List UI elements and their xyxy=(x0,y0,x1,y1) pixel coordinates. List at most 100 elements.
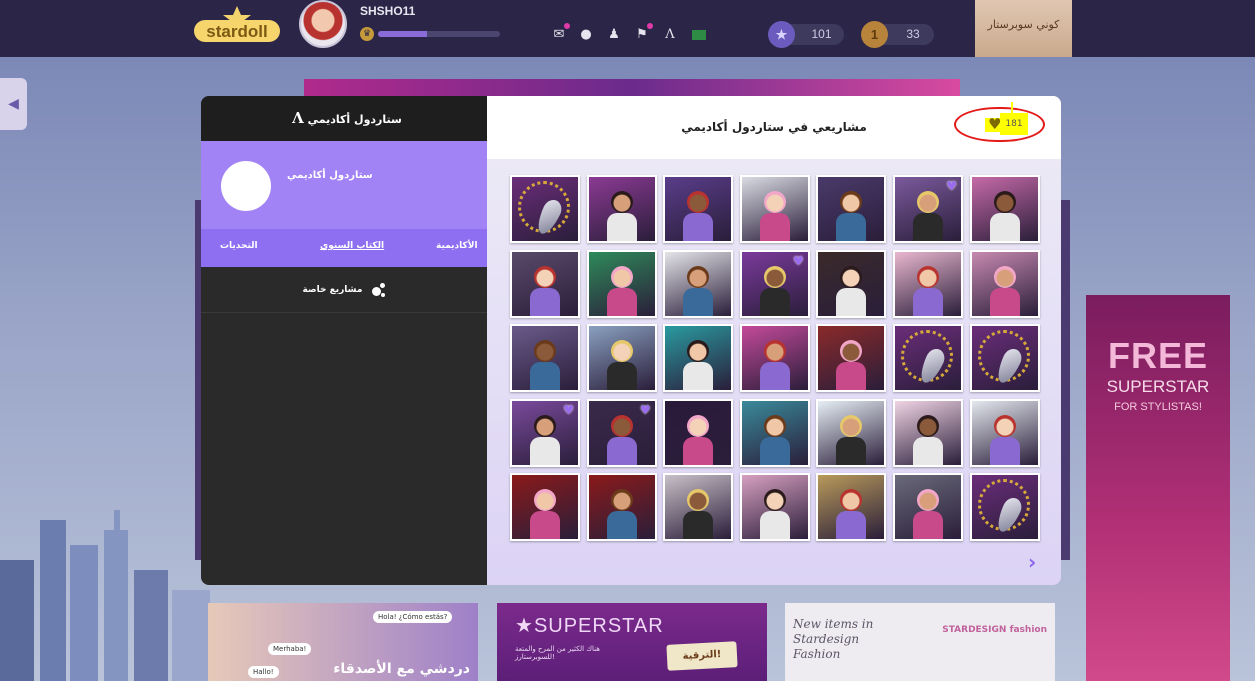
project-thumbnail[interactable] xyxy=(510,175,580,243)
upgrade-button[interactable]: الترقية! xyxy=(666,641,738,671)
sidebar-header: ستاردول أكاديمي Λ xyxy=(201,96,487,141)
stardesign-card-title: New items in Stardesign Fashion xyxy=(793,617,874,661)
academy-modal: ستاردول أكاديمي Λ ستاردول أكاديمي التحدي… xyxy=(201,96,1061,585)
favorite-heart-icon[interactable]: ♥ xyxy=(946,179,957,193)
project-thumbnail[interactable] xyxy=(816,175,887,243)
bubbles-icon xyxy=(371,282,386,297)
starcoins-value: 33 xyxy=(906,27,920,41)
next-page-arrow-icon[interactable]: › xyxy=(1028,550,1036,574)
project-thumbnail[interactable] xyxy=(586,175,657,243)
likes-count: 181 xyxy=(1000,113,1028,135)
project-thumbnail[interactable] xyxy=(969,473,1040,542)
stardesign-logo: STARDESIGN fashion xyxy=(942,625,1047,635)
project-thumbnail[interactable] xyxy=(816,473,887,542)
top-navigation-bar: stardoll SHSHO11 ♛ ✉ ● ♟ ⚑ Λ ★ 101 1 33 … xyxy=(0,0,1255,57)
project-thumbnail[interactable] xyxy=(739,324,810,393)
username[interactable]: SHSHO11 xyxy=(360,4,415,18)
promo-banner[interactable] xyxy=(304,79,960,97)
bell-icon[interactable]: ✉ xyxy=(551,23,570,43)
project-thumbnail[interactable] xyxy=(893,398,963,467)
tab-challenges[interactable]: التحديات xyxy=(220,241,258,251)
favorite-heart-icon[interactable]: ♥ xyxy=(563,403,574,417)
arrow-left-icon: ◀ xyxy=(8,96,19,112)
project-thumbnail[interactable] xyxy=(663,473,734,542)
xp-progress-fill xyxy=(378,31,427,37)
project-thumbnail[interactable] xyxy=(816,324,887,393)
special-projects-label: مشاريع خاصة xyxy=(302,285,363,295)
flag-icon[interactable] xyxy=(692,30,706,40)
special-projects-item[interactable]: مشاريع خاصة xyxy=(201,268,487,313)
starcoin-icon: 1 xyxy=(861,21,888,48)
sidebar-header-title: ستاردول أكاديمي xyxy=(307,113,402,126)
project-thumbnail[interactable] xyxy=(969,249,1040,318)
stardollars-value: 101 xyxy=(811,27,832,41)
project-thumbnail[interactable] xyxy=(510,324,580,393)
project-thumbnail[interactable] xyxy=(893,324,963,393)
chat-card-label: دردشي مع الأصدقاء xyxy=(333,661,470,677)
svg-text:stardoll: stardoll xyxy=(206,22,267,41)
academy-sidebar: ستاردول أكاديمي Λ ستاردول أكاديمي التحدي… xyxy=(201,96,487,585)
ad-sub-text: FOR STYLISTAS! xyxy=(1114,401,1202,413)
project-thumbnail[interactable] xyxy=(586,473,657,542)
profile-avatar[interactable] xyxy=(221,161,271,211)
tab-academy[interactable]: الأكاديمية xyxy=(436,241,478,251)
chat-card[interactable]: Hola! ¿Cómo estás? Merhaba! Hallo! دردشي… xyxy=(208,603,478,681)
project-thumbnail[interactable] xyxy=(739,398,810,467)
profile-name: ستاردول أكاديمي xyxy=(287,170,373,181)
favorite-heart-icon[interactable]: ♥ xyxy=(793,254,804,268)
project-thumbnail[interactable] xyxy=(816,398,887,467)
project-thumbnail[interactable]: ♥ xyxy=(739,249,810,318)
project-thumbnail[interactable] xyxy=(816,249,887,318)
project-thumbnail[interactable]: ♥ xyxy=(586,398,657,467)
user-avatar[interactable] xyxy=(299,0,347,48)
sidebar-tabs: التحديات الكتاب السنوي الأكاديمية xyxy=(201,229,487,267)
academy-icon[interactable]: Λ xyxy=(662,27,678,43)
project-thumbnail[interactable] xyxy=(586,249,657,318)
ad-superstar-text: SUPERSTAR xyxy=(1106,377,1210,396)
superstar-ad[interactable]: FREE SUPERSTAR FOR STYLISTAS! xyxy=(1086,295,1230,681)
projects-panel: مشاريعي في ستاردول أكاديمي ♥ 181 ♥ ♥ ♥ ♥ › xyxy=(487,96,1061,585)
starcoins-counter[interactable]: 1 33 xyxy=(861,21,934,48)
sidebar-profile: ستاردول أكاديمي xyxy=(201,141,487,229)
projects-header: مشاريعي في ستاردول أكاديمي ♥ 181 xyxy=(487,96,1061,159)
chat-icon[interactable]: ● xyxy=(578,27,594,43)
ad-free-text: FREE xyxy=(1107,335,1208,376)
project-thumbnail[interactable] xyxy=(663,398,734,467)
project-thumbnail[interactable] xyxy=(663,324,734,393)
projects-grid: ♥ ♥ ♥ ♥ xyxy=(510,175,1042,543)
chat-bubble: Merhaba! xyxy=(268,643,312,655)
bookmark-icon[interactable]: ⚑ xyxy=(634,23,653,43)
superstar-card-desc: هناك الكثير من المرح والمتعة للسوبرستارز… xyxy=(515,645,600,661)
side-tab-toggle[interactable]: ◀ xyxy=(0,78,27,130)
project-thumbnail[interactable] xyxy=(586,324,657,393)
project-thumbnail[interactable] xyxy=(893,249,963,318)
chat-bubble: Hallo! xyxy=(248,666,279,678)
project-thumbnail[interactable] xyxy=(969,398,1040,467)
friends-icon[interactable]: ♟ xyxy=(606,27,622,43)
stardesign-card[interactable]: New items in Stardesign Fashion STARDESI… xyxy=(785,603,1055,681)
xp-progress-bar xyxy=(378,31,500,37)
city-skyline-illustration xyxy=(0,510,210,681)
academy-logo-icon: Λ xyxy=(292,109,304,127)
level-badge-icon: ♛ xyxy=(360,27,374,41)
project-thumbnail[interactable] xyxy=(739,175,810,243)
project-thumbnail[interactable] xyxy=(663,175,734,243)
favorite-heart-icon[interactable]: ♥ xyxy=(640,403,651,417)
project-thumbnail[interactable] xyxy=(893,473,963,542)
superstar-card[interactable]: ★SUPERSTAR هناك الكثير من المرح والمتعة … xyxy=(497,603,767,681)
tab-yearbook[interactable]: الكتاب السنوي xyxy=(320,241,384,251)
project-thumbnail[interactable] xyxy=(510,249,580,318)
project-thumbnail[interactable] xyxy=(510,473,580,542)
project-thumbnail[interactable]: ♥ xyxy=(893,175,963,243)
superstar-card-title: ★SUPERSTAR xyxy=(515,615,664,637)
project-thumbnail[interactable]: ♥ xyxy=(510,398,580,467)
project-thumbnail[interactable] xyxy=(969,324,1040,393)
stardollars-counter[interactable]: ★ 101 xyxy=(768,21,844,48)
chat-bubble: Hola! ¿Cómo estás? xyxy=(373,611,453,623)
become-superstar-button[interactable]: كوني سوبرستار xyxy=(975,0,1072,57)
stardoll-logo[interactable]: stardoll xyxy=(192,6,282,44)
project-thumbnail[interactable] xyxy=(969,175,1040,243)
project-thumbnail[interactable] xyxy=(739,473,810,542)
stardollar-icon: ★ xyxy=(768,21,795,48)
project-thumbnail[interactable] xyxy=(663,249,734,318)
